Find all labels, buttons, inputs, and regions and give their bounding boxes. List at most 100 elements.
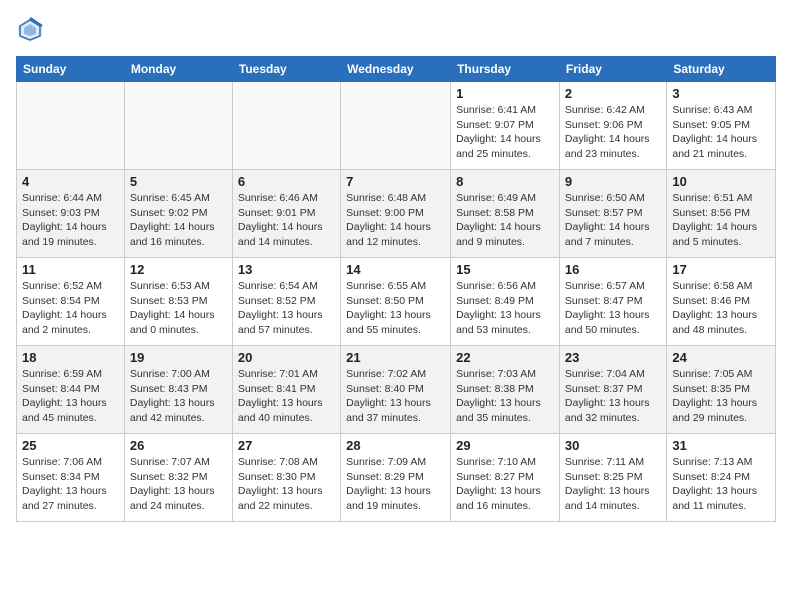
day-info: Sunrise: 6:55 AM Sunset: 8:50 PM Dayligh…: [346, 279, 445, 338]
day-number: 19: [130, 350, 227, 365]
calendar-cell-23: 19Sunrise: 7:00 AM Sunset: 8:43 PM Dayli…: [124, 346, 232, 434]
day-number: 2: [565, 86, 661, 101]
day-number: 20: [238, 350, 335, 365]
calendar-cell-11: 7Sunrise: 6:48 AM Sunset: 9:00 PM Daylig…: [341, 170, 451, 258]
weekday-header-tuesday: Tuesday: [232, 57, 340, 82]
calendar-cell-8: 4 Sunrise: 6:44 AM Sunset: 9:03 PM Daylig…: [17, 170, 125, 258]
calendar-cell-17: 13 Sunrise: 6:54 AM Sunset: 8:52 PM Dayli…: [232, 258, 340, 346]
calendar-cell-18: 14 Sunrise: 6:55 AM Sunset: 8:50 PM Dayli…: [341, 258, 451, 346]
calendar-cell-1: [17, 82, 125, 170]
day-number: 25: [22, 438, 119, 453]
day-number: 1: [456, 86, 554, 101]
day-number: 24: [672, 350, 770, 365]
calendar-cell-16: 12Sunrise: 6:53 AM Sunset: 8:53 PM Dayli…: [124, 258, 232, 346]
calendar-week-2: 4 Sunrise: 6:44 AM Sunset: 9:03 PM Daylig…: [17, 170, 776, 258]
day-info: Sunrise: 6:42 AM Sunset: 9:06 PM Dayligh…: [565, 103, 661, 162]
calendar-cell-25: 21 Sunrise: 7:02 AM Sunset: 8:40 PM Dayli…: [341, 346, 451, 434]
day-number: 23: [565, 350, 661, 365]
day-info: Sunrise: 6:58 AM Sunset: 8:46 PM Dayligh…: [672, 279, 770, 338]
day-number: 26: [130, 438, 227, 453]
day-number: 14: [346, 262, 445, 277]
weekday-header-saturday: Saturday: [667, 57, 776, 82]
day-info: Sunrise: 6:51 AM Sunset: 8:56 PM Dayligh…: [672, 191, 770, 250]
day-number: 7: [346, 174, 445, 189]
calendar-cell-19: 15 Sunrise: 6:56 AM Sunset: 8:49 PM Dayli…: [451, 258, 560, 346]
calendar-cell-26: 22 Sunrise: 7:03 AM Sunset: 8:38 PM Dayli…: [451, 346, 560, 434]
calendar-cell-15: 11 Sunrise: 6:52 AM Sunset: 8:54 PM Dayli…: [17, 258, 125, 346]
calendar-week-5: 25 Sunrise: 7:06 AM Sunset: 8:34 PM Dayli…: [17, 434, 776, 522]
day-info: Sunrise: 7:06 AM Sunset: 8:34 PM Dayligh…: [22, 455, 119, 514]
day-number: 11: [22, 262, 119, 277]
day-info: Sunrise: 7:05 AM Sunset: 8:35 PM Dayligh…: [672, 367, 770, 426]
day-number: 10: [672, 174, 770, 189]
day-info: Sunrise: 6:59 AM Sunset: 8:44 PM Dayligh…: [22, 367, 119, 426]
day-number: 13: [238, 262, 335, 277]
day-number: 5: [130, 174, 227, 189]
calendar-cell-20: 16 Sunrise: 6:57 AM Sunset: 8:47 PM Dayli…: [559, 258, 666, 346]
calendar-cell-34: 30Sunrise: 7:11 AM Sunset: 8:25 PM Dayli…: [559, 434, 666, 522]
weekday-header-sunday: Sunday: [17, 57, 125, 82]
day-info: Sunrise: 7:13 AM Sunset: 8:24 PM Dayligh…: [672, 455, 770, 514]
calendar-week-4: 18 Sunrise: 6:59 AM Sunset: 8:44 PM Dayli…: [17, 346, 776, 434]
calendar-cell-9: 5 Sunrise: 6:45 AM Sunset: 9:02 PM Daylig…: [124, 170, 232, 258]
weekday-header-wednesday: Wednesday: [341, 57, 451, 82]
day-number: 27: [238, 438, 335, 453]
day-info: Sunrise: 7:01 AM Sunset: 8:41 PM Dayligh…: [238, 367, 335, 426]
day-info: Sunrise: 6:49 AM Sunset: 8:58 PM Dayligh…: [456, 191, 554, 250]
weekday-header-monday: Monday: [124, 57, 232, 82]
calendar-cell-31: 27 Sunrise: 7:08 AM Sunset: 8:30 PM Dayli…: [232, 434, 340, 522]
day-info: Sunrise: 6:57 AM Sunset: 8:47 PM Dayligh…: [565, 279, 661, 338]
calendar-cell-28: 24 Sunrise: 7:05 AM Sunset: 8:35 PM Dayli…: [667, 346, 776, 434]
calendar-cell-7: 3 Sunrise: 6:43 AM Sunset: 9:05 PM Daylig…: [667, 82, 776, 170]
calendar-cell-14: 10 Sunrise: 6:51 AM Sunset: 8:56 PM Dayli…: [667, 170, 776, 258]
weekday-header-friday: Friday: [559, 57, 666, 82]
day-info: Sunrise: 6:45 AM Sunset: 9:02 PM Dayligh…: [130, 191, 227, 250]
calendar-cell-5: 1 Sunrise: 6:41 AM Sunset: 9:07 PM Daylig…: [451, 82, 560, 170]
day-number: 8: [456, 174, 554, 189]
day-number: 28: [346, 438, 445, 453]
day-info: Sunrise: 7:07 AM Sunset: 8:32 PM Dayligh…: [130, 455, 227, 514]
day-info: Sunrise: 6:44 AM Sunset: 9:03 PM Dayligh…: [22, 191, 119, 250]
day-info: Sunrise: 6:43 AM Sunset: 9:05 PM Dayligh…: [672, 103, 770, 162]
day-number: 31: [672, 438, 770, 453]
day-info: Sunrise: 6:56 AM Sunset: 8:49 PM Dayligh…: [456, 279, 554, 338]
day-info: Sunrise: 7:03 AM Sunset: 8:38 PM Dayligh…: [456, 367, 554, 426]
logo: [16, 16, 48, 44]
day-number: 17: [672, 262, 770, 277]
day-info: Sunrise: 7:08 AM Sunset: 8:30 PM Dayligh…: [238, 455, 335, 514]
calendar-cell-29: 25 Sunrise: 7:06 AM Sunset: 8:34 PM Dayli…: [17, 434, 125, 522]
calendar-week-3: 11 Sunrise: 6:52 AM Sunset: 8:54 PM Dayli…: [17, 258, 776, 346]
day-info: Sunrise: 6:52 AM Sunset: 8:54 PM Dayligh…: [22, 279, 119, 338]
calendar-cell-27: 23Sunrise: 7:04 AM Sunset: 8:37 PM Dayli…: [559, 346, 666, 434]
day-info: Sunrise: 7:02 AM Sunset: 8:40 PM Dayligh…: [346, 367, 445, 426]
day-info: Sunrise: 7:11 AM Sunset: 8:25 PM Dayligh…: [565, 455, 661, 514]
day-info: Sunrise: 6:50 AM Sunset: 8:57 PM Dayligh…: [565, 191, 661, 250]
day-number: 21: [346, 350, 445, 365]
day-number: 4: [22, 174, 119, 189]
day-info: Sunrise: 7:09 AM Sunset: 8:29 PM Dayligh…: [346, 455, 445, 514]
calendar-table: SundayMondayTuesdayWednesdayThursdayFrid…: [16, 56, 776, 522]
calendar-cell-35: 31 Sunrise: 7:13 AM Sunset: 8:24 PM Dayli…: [667, 434, 776, 522]
day-number: 6: [238, 174, 335, 189]
day-number: 18: [22, 350, 119, 365]
calendar-cell-6: 2 Sunrise: 6:42 AM Sunset: 9:06 PM Daylig…: [559, 82, 666, 170]
calendar-cell-13: 9 Sunrise: 6:50 AM Sunset: 8:57 PM Daylig…: [559, 170, 666, 258]
day-number: 16: [565, 262, 661, 277]
day-info: Sunrise: 6:41 AM Sunset: 9:07 PM Dayligh…: [456, 103, 554, 162]
calendar-cell-22: 18 Sunrise: 6:59 AM Sunset: 8:44 PM Dayli…: [17, 346, 125, 434]
day-number: 15: [456, 262, 554, 277]
calendar-body: 1 Sunrise: 6:41 AM Sunset: 9:07 PM Daylig…: [17, 82, 776, 522]
day-info: Sunrise: 6:54 AM Sunset: 8:52 PM Dayligh…: [238, 279, 335, 338]
weekday-header-thursday: Thursday: [451, 57, 560, 82]
day-number: 9: [565, 174, 661, 189]
day-info: Sunrise: 6:53 AM Sunset: 8:53 PM Dayligh…: [130, 279, 227, 338]
day-number: 3: [672, 86, 770, 101]
calendar-cell-32: 28 Sunrise: 7:09 AM Sunset: 8:29 PM Dayli…: [341, 434, 451, 522]
day-number: 22: [456, 350, 554, 365]
logo-icon: [16, 16, 44, 44]
calendar-cell-12: 8 Sunrise: 6:49 AM Sunset: 8:58 PM Daylig…: [451, 170, 560, 258]
day-number: 29: [456, 438, 554, 453]
calendar-cell-10: 6 Sunrise: 6:46 AM Sunset: 9:01 PM Daylig…: [232, 170, 340, 258]
day-info: Sunrise: 6:46 AM Sunset: 9:01 PM Dayligh…: [238, 191, 335, 250]
calendar-cell-3: [232, 82, 340, 170]
